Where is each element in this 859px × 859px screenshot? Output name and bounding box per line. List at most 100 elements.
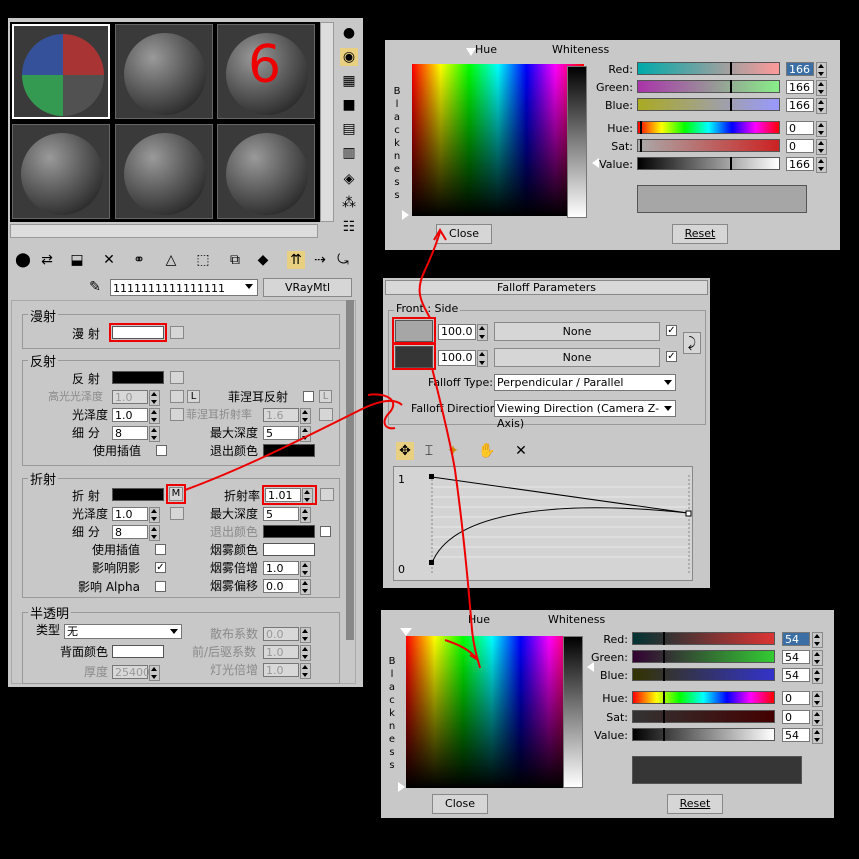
fwd-bck-field[interactable]: 1.0 — [263, 645, 299, 659]
green-slider[interactable] — [632, 650, 775, 663]
refract-gloss-map-button[interactable] — [170, 507, 184, 520]
refract-gloss-spinner[interactable] — [149, 507, 160, 523]
blue-spinner[interactable] — [816, 98, 827, 114]
hue-blackness-field[interactable] — [406, 636, 578, 788]
rollout-scrollbar[interactable] — [346, 300, 354, 640]
whiteness-bar[interactable] — [563, 636, 583, 788]
close-button-top[interactable]: Close — [436, 224, 492, 244]
hue-pointer-icon[interactable] — [466, 48, 476, 56]
max-depth-spinner[interactable] — [300, 426, 311, 442]
fresnel-checkbox[interactable] — [303, 391, 314, 402]
side-amount-spinner[interactable] — [477, 350, 488, 367]
light-mult-field[interactable]: 1.0 — [263, 663, 299, 677]
fresnel-l-button[interactable]: L — [319, 390, 332, 403]
pan-icon[interactable]: ✋ — [478, 442, 496, 460]
red-slider[interactable] — [632, 632, 775, 645]
refract-gloss-field[interactable]: 1.0 — [112, 507, 148, 521]
refract-exit-color-swatch[interactable] — [263, 525, 315, 538]
gloss-spinner[interactable] — [149, 408, 160, 424]
hue-pointer-icon[interactable] — [400, 628, 412, 636]
blue-slider[interactable] — [637, 98, 780, 111]
material-name-field[interactable]: 1111111111111111 — [110, 279, 258, 296]
assign-to-selection-icon[interactable]: ⬓ — [68, 251, 86, 269]
fresnel-ior-spinner[interactable] — [300, 408, 311, 424]
blackness-pointer-icon[interactable] — [398, 782, 405, 792]
reflect-map-button[interactable] — [170, 371, 184, 384]
chevron-down-icon[interactable] — [170, 629, 178, 634]
sat-field[interactable]: 0 — [786, 139, 814, 153]
refract-subdivs-field[interactable]: 8 — [112, 525, 148, 539]
front-map-checkbox[interactable]: ✓ — [666, 325, 677, 336]
make-unique-icon[interactable]: ⚭ — [130, 251, 148, 269]
front-map-button[interactable]: None — [494, 322, 660, 341]
refract-exit-checkbox[interactable] — [320, 526, 331, 537]
front-amount-field[interactable]: 100.0 — [438, 324, 476, 340]
red-slider[interactable] — [637, 62, 780, 75]
refract-use-interp-checkbox[interactable] — [155, 544, 166, 555]
falloff-direction-select[interactable]: Viewing Direction (Camera Z-Axis) — [494, 400, 676, 430]
value-spinner[interactable] — [816, 157, 827, 173]
blue-spinner[interactable] — [812, 668, 823, 684]
fog-color-swatch[interactable] — [263, 543, 315, 556]
sample-slot-3[interactable]: 6 — [217, 24, 315, 119]
fresnel-ior-map-button[interactable] — [319, 408, 333, 421]
affect-alpha-checkbox[interactable] — [155, 581, 166, 592]
reflect-color-swatch[interactable] — [112, 371, 164, 384]
gloss-map-button[interactable] — [170, 408, 184, 421]
value-field[interactable]: 166 — [786, 157, 814, 171]
move-icon[interactable]: ✥ — [396, 442, 414, 460]
hue-spinner[interactable] — [812, 691, 823, 707]
gloss-field[interactable]: 1.0 — [112, 408, 148, 422]
green-slider[interactable] — [637, 80, 780, 93]
fog-mult-spinner[interactable] — [300, 561, 311, 577]
put-to-scene-icon[interactable]: ⇄ — [38, 251, 56, 269]
green-spinner[interactable] — [812, 650, 823, 666]
side-amount-field[interactable]: 100.0 — [438, 350, 476, 366]
green-field[interactable]: 54 — [782, 650, 810, 664]
select-by-material-icon[interactable]: ⁂ — [340, 194, 358, 212]
sample-slot-6[interactable] — [217, 124, 315, 219]
hue-blackness-field[interactable] — [412, 64, 584, 216]
go-to-parent-icon[interactable]: ⇈ — [287, 251, 305, 269]
sat-field[interactable]: 0 — [782, 710, 810, 724]
refract-subdivs-spinner[interactable] — [149, 525, 160, 541]
reset-map-icon[interactable]: ✕ — [100, 251, 118, 269]
falloff-title-bar[interactable]: Falloff Parameters — [385, 280, 708, 295]
refract-max-depth-field[interactable]: 5 — [263, 507, 299, 521]
value-slider[interactable] — [632, 728, 775, 741]
ior-map-button[interactable] — [320, 488, 334, 501]
insert-point-icon[interactable]: ✦ — [444, 442, 462, 460]
refract-max-depth-spinner[interactable] — [300, 507, 311, 523]
curve-graph[interactable]: 1 0 — [393, 466, 693, 581]
backlight-icon[interactable]: ◉ — [340, 48, 358, 66]
put-to-library-icon[interactable]: △ — [162, 251, 180, 269]
close-button-bottom[interactable]: Close — [432, 794, 488, 814]
subdivs-spinner[interactable] — [149, 426, 160, 442]
make-preview-icon[interactable]: ▥ — [340, 144, 358, 162]
hue-slider[interactable] — [632, 691, 775, 704]
uv-tiling-icon[interactable]: ■ — [340, 96, 358, 114]
side-map-checkbox[interactable]: ✓ — [666, 351, 677, 362]
blackness-pointer-icon[interactable] — [402, 210, 409, 220]
whiteness-bar[interactable] — [567, 66, 587, 218]
fog-mult-field[interactable]: 1.0 — [263, 561, 299, 575]
material-effects-icon[interactable]: ⬚ — [194, 251, 212, 269]
material-type-button[interactable]: VRayMtl — [263, 278, 352, 297]
sat-slider[interactable] — [637, 139, 780, 152]
background-icon[interactable]: ▦ — [340, 72, 358, 90]
refract-color-swatch[interactable] — [112, 488, 164, 501]
chevron-down-icon[interactable] — [245, 284, 253, 289]
green-field[interactable]: 166 — [786, 80, 814, 94]
l-button[interactable]: L — [187, 390, 200, 403]
slots-hscroll[interactable] — [10, 224, 318, 238]
reset-button-top[interactable]: Reset — [672, 224, 728, 244]
slots-vscroll[interactable] — [320, 22, 334, 222]
delete-point-icon[interactable]: ✕ — [512, 442, 530, 460]
fog-bias-field[interactable]: 0.0 — [263, 579, 299, 593]
blue-field[interactable]: 54 — [782, 668, 810, 682]
show-end-result-icon[interactable]: ◆ — [254, 251, 272, 269]
fresnel-ior-field[interactable]: 1.6 — [263, 408, 299, 422]
sat-slider[interactable] — [632, 710, 775, 723]
thickness-spinner[interactable] — [149, 665, 160, 681]
chevron-down-icon[interactable] — [664, 380, 672, 385]
